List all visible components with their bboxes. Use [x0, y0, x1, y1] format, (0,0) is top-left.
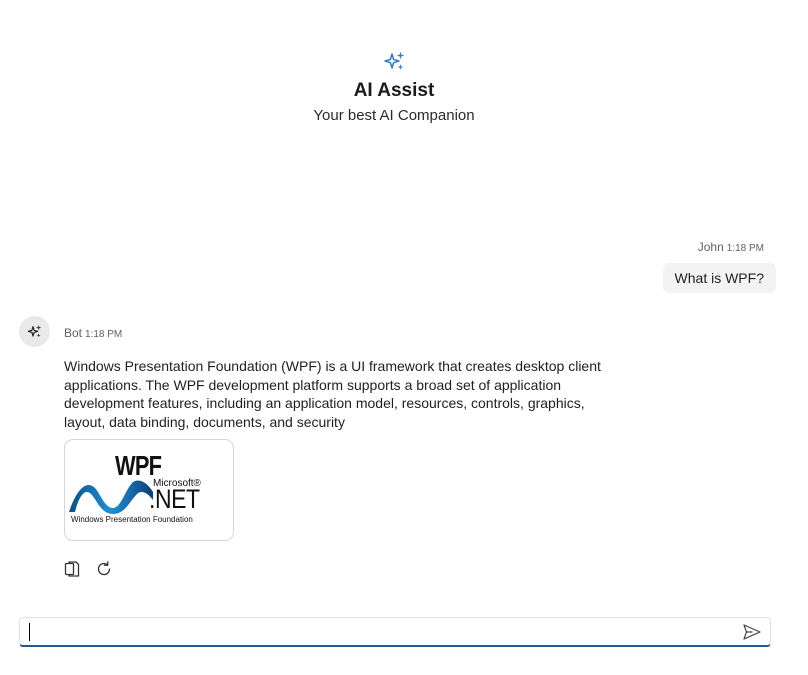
- page-subtitle: Your best AI Companion: [313, 107, 475, 124]
- text-caret: [29, 623, 30, 641]
- bot-sparkles-icon: [27, 324, 41, 337]
- user-author: John: [697, 240, 724, 254]
- bot-message-text: Windows Presentation Foundation (WPF) is…: [64, 358, 601, 430]
- logo-caption: Windows Presentation Foundation: [71, 515, 193, 524]
- bot-message-image[interactable]: WPF Microsoft® .NET Windows Presentation…: [64, 439, 234, 541]
- refresh-icon[interactable]: [95, 560, 113, 578]
- dotnet-wave-logo: [69, 480, 153, 514]
- bot-author: Bot: [64, 326, 83, 340]
- logo-net-text: .NET: [149, 484, 200, 514]
- sparkles-icon: [383, 50, 407, 74]
- user-message-bubble: What is WPF?: [662, 263, 776, 293]
- bot-timestamp: 1:18 PM: [85, 329, 123, 340]
- bot-avatar: [19, 316, 50, 347]
- send-icon[interactable]: [742, 623, 762, 641]
- user-timestamp: 1:18 PM: [726, 243, 764, 254]
- page-title: AI Assist: [353, 80, 435, 101]
- message-composer[interactable]: [19, 617, 771, 647]
- bot-message-meta: Bot 1:18 PM: [64, 326, 122, 340]
- copy-icon[interactable]: [63, 560, 81, 578]
- user-message-meta: John 1:18 PM: [698, 240, 764, 254]
- message-input[interactable]: [28, 621, 732, 645]
